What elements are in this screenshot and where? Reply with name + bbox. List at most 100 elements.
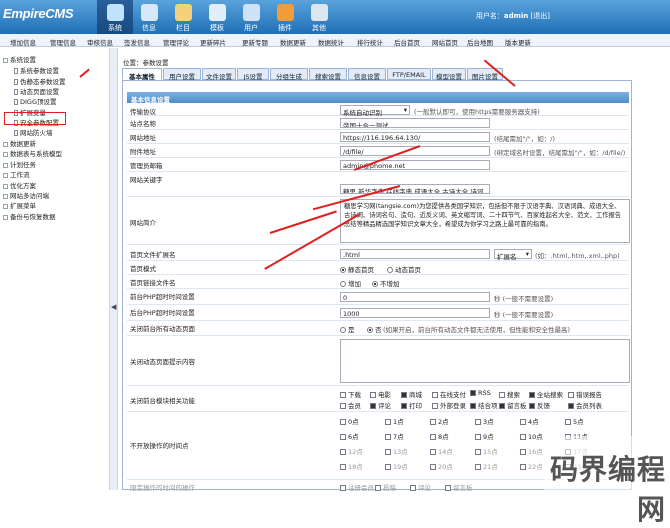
nav-gear[interactable]: 其他 (301, 0, 337, 34)
back-php-time-input[interactable]: 1000 (340, 308, 490, 318)
subnav-link[interactable]: 增加信息 (10, 37, 36, 47)
subnav-link[interactable]: 审核信息 (87, 37, 113, 47)
subnav-link[interactable]: 排行统计 (357, 37, 383, 47)
module-checkbox[interactable]: 评论 (370, 400, 391, 410)
description-textarea[interactable]: 糖思学习网(tangsie.com)为您提供各类国学知识，包括但不限于汉语字典、… (340, 199, 630, 243)
hour-checkbox[interactable]: 14点 (430, 446, 453, 456)
sidebar-item[interactable]: 网站防火墙 (14, 127, 53, 137)
nav-template[interactable]: 模板 (199, 0, 235, 34)
tab[interactable]: 信息设置 (348, 68, 386, 81)
hour-checkbox[interactable]: 16点 (520, 446, 543, 456)
hour-checkbox[interactable]: 10点 (520, 431, 543, 441)
module-checkbox[interactable]: 留言板 (499, 400, 527, 410)
hour-checkbox[interactable]: 22点 (520, 461, 543, 471)
subnav-link[interactable]: 管理评论 (163, 37, 189, 47)
close-front-radio-no[interactable]: 否 (367, 324, 382, 334)
index-mode-radio-static[interactable]: 静态首页 (340, 264, 374, 274)
nav-folder[interactable]: 栏目 (165, 0, 201, 34)
subnav-link[interactable]: 版本更新 (505, 37, 531, 47)
hour-checkbox[interactable]: 12点 (340, 446, 363, 456)
tab[interactable]: 基本属性 (122, 68, 162, 81)
module-checkbox[interactable]: 错误报告 (568, 389, 602, 399)
module-checkbox[interactable]: 下载 (340, 389, 361, 399)
sidebar-item[interactable]: 伪静态参数设置 (14, 76, 66, 86)
sidebar-item[interactable]: 备份与恢复数据 (3, 211, 56, 221)
module-checkbox[interactable]: 会员 (340, 400, 361, 410)
module-checkbox[interactable]: 全站搜索 (529, 389, 563, 399)
hour-checkbox[interactable]: 8点 (430, 431, 449, 441)
subnav-link[interactable]: 更新碎片 (200, 37, 226, 47)
sidebar-item[interactable]: 动态页面设置 (14, 86, 59, 96)
sidebar-item[interactable]: DIGG顶设置 (14, 96, 57, 106)
sidebar-item[interactable]: 系统设置 (3, 54, 36, 64)
sidebar-item[interactable]: 网站多访问端 (3, 190, 49, 200)
tab[interactable]: FTP/EMAIL (387, 68, 431, 80)
nav-monitor[interactable]: 系统 (97, 0, 133, 34)
sidebar-item[interactable]: 数据更新 (3, 138, 36, 148)
hour-checkbox[interactable]: 6点 (340, 431, 359, 441)
module-checkbox[interactable]: 电影 (370, 389, 391, 399)
subnav-link[interactable]: 管理信息 (50, 37, 76, 47)
module-checkbox[interactable]: 打印 (401, 400, 422, 410)
hour-checkbox[interactable]: 13点 (385, 446, 408, 456)
module-checkbox[interactable]: 搜索 (499, 389, 520, 399)
protocol-select[interactable]: 系统自动识别 (340, 105, 410, 117)
site-url-input[interactable]: https://116.196.64.130/ (340, 132, 490, 142)
sidebar-item[interactable]: 优化方案 (3, 180, 36, 190)
tab[interactable]: 用户设置 (163, 68, 201, 81)
logout-link[interactable]: [退出] (531, 12, 550, 20)
sidebar-item[interactable]: 数据表与系统模型 (3, 148, 62, 158)
subnav-link[interactable]: 网站首页 (432, 37, 458, 47)
module-checkbox[interactable]: 会员列表 (568, 400, 602, 410)
hour-checkbox[interactable]: 9点 (475, 431, 494, 441)
index-mode-radio-dynamic[interactable]: 动态首页 (387, 264, 421, 274)
sidebar-item[interactable]: 系统参数设置 (14, 65, 59, 75)
tab[interactable]: JS设置 (237, 68, 269, 81)
index-ext-input[interactable]: .html (340, 249, 490, 259)
hour-checkbox[interactable]: 21点 (475, 461, 498, 471)
hour-checkbox[interactable]: 19点 (385, 461, 408, 471)
link-filename-radio-add[interactable]: 增加 (340, 278, 361, 288)
front-php-time-input[interactable]: 0 (340, 292, 490, 302)
module-checkbox[interactable]: 结合项 (470, 400, 498, 410)
tab[interactable]: 分组生成 (270, 68, 308, 81)
subnav-link[interactable]: 数据统计 (318, 37, 344, 47)
module-checkbox[interactable]: 在线支付 (432, 389, 466, 399)
limit-op-checkbox[interactable]: 投稿 (375, 482, 396, 492)
limit-op-checkbox[interactable]: 留言板 (445, 482, 473, 492)
hour-checkbox[interactable]: 20点 (430, 461, 453, 471)
tab[interactable]: 搜索设置 (309, 68, 347, 81)
hour-checkbox[interactable]: 4点 (520, 416, 539, 426)
sidebar-item[interactable]: 计划任务 (3, 159, 36, 169)
link-filename-radio-noadd[interactable]: 不增加 (372, 278, 400, 288)
keywords-input[interactable]: 糖思,新华字典,在线字典,成语大全,古诗大全,诗词 (340, 184, 490, 194)
subnav-link[interactable]: 后台首页 (394, 37, 420, 47)
close-tip-textarea[interactable] (340, 339, 630, 383)
hour-checkbox[interactable]: 18点 (340, 461, 363, 471)
limit-op-checkbox[interactable]: 注册会员 (340, 482, 374, 492)
hour-checkbox[interactable]: 5点 (565, 416, 584, 426)
tab[interactable]: 模型设置 (432, 68, 466, 81)
module-checkbox[interactable]: RSS (470, 389, 491, 397)
sidebar-splitter[interactable]: ◀ (110, 48, 118, 490)
limit-op-checkbox[interactable]: 评论 (410, 482, 431, 492)
hour-checkbox[interactable]: 15点 (475, 446, 498, 456)
hour-checkbox[interactable]: 1点 (385, 416, 404, 426)
nav-plugin[interactable]: 插件 (267, 0, 303, 34)
module-checkbox[interactable]: 商城 (401, 389, 422, 399)
hour-checkbox[interactable]: 0点 (340, 416, 359, 426)
subnav-link[interactable]: 数据更新 (280, 37, 306, 47)
module-checkbox[interactable]: 反馈 (529, 400, 550, 410)
hour-checkbox[interactable]: 2点 (430, 416, 449, 426)
subnav-link[interactable]: 更新专题 (242, 37, 268, 47)
site-name-input[interactable]: 帝国十合一测试 (340, 118, 490, 128)
hour-checkbox[interactable]: 7点 (385, 431, 404, 441)
hour-checkbox[interactable]: 3点 (475, 416, 494, 426)
sidebar-item[interactable]: 扩展菜单 (3, 200, 36, 210)
module-checkbox[interactable]: 外部登录 (432, 400, 466, 410)
nav-chat[interactable]: 信息 (131, 0, 167, 34)
close-front-radio-yes[interactable]: 是 (340, 324, 355, 334)
subnav-link[interactable]: 后台地图 (467, 37, 493, 47)
nav-users[interactable]: 用户 (233, 0, 269, 34)
tab[interactable]: 文件设置 (202, 68, 236, 81)
